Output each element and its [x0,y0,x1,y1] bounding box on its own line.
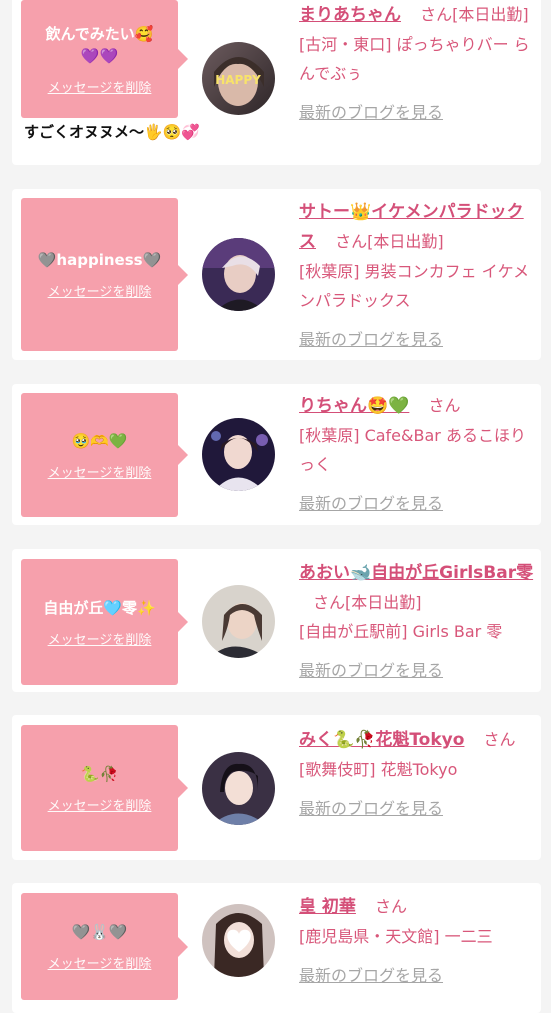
latest-blog-link[interactable]: 最新のブログを見る [299,325,535,354]
message-bubble: 🥹🫶💚 メッセージを削除 [21,393,188,517]
latest-blog-link[interactable]: 最新のブログを見る [299,794,535,823]
status-text: [本日出勤] [367,232,444,251]
cast-info: あおい🐋自由が丘GirlsBar零 さん[本日出勤] [自由が丘駅前] Girl… [299,558,535,685]
latest-blog-link[interactable]: 最新のブログを見る [299,961,535,990]
message-text: 飲んでみたい🥰💜💜 [45,24,154,65]
avatar[interactable]: HAPPY [202,42,275,115]
shop-area: [古河・東口] ぽっちゃりバー らんでぶぅ [299,35,530,83]
favorite-card: 🩶🐰🩶 メッセージを削除 皇 初華 さん [鹿児島県・天文館] 一二三 最新のブ… [12,883,541,1013]
avatar[interactable] [202,238,275,311]
delete-message-link[interactable]: メッセージを削除 [48,795,152,814]
delete-message-link[interactable]: メッセージを削除 [48,77,152,96]
shop-area: [歌舞伎町] 花魁Tokyo [299,760,458,779]
status-text: [本日出勤] [452,5,529,24]
message-bubble: 🐍🥀 メッセージを削除 [21,725,188,851]
status-text: [本日出勤] [345,593,422,612]
message-bubble: 自由が丘🩵零✨ メッセージを削除 [21,559,188,685]
cast-info: サトー👑イケメンパラドックス さん[本日出勤] [秋葉原] 男装コンカフェ イケ… [299,197,535,354]
favorite-card: 🐍🥀 メッセージを削除 みく🐍🥀花魁Tokyo さん [歌舞伎町] 花魁Toky… [12,715,541,860]
honorific: さん [483,730,516,749]
cast-name-link[interactable]: りちゃん🤩💚 [299,396,409,416]
delete-message-link[interactable]: メッセージを削除 [48,462,152,481]
favorite-card: 自由が丘🩵零✨ メッセージを削除 あおい🐋自由が丘GirlsBar零 さん[本日… [12,549,541,692]
latest-blog-link[interactable]: 最新のブログを見る [299,489,535,518]
message-bubble: 飲んでみたい🥰💜💜 メッセージを削除 [21,0,188,118]
favorite-card: 飲んでみたい🥰💜💜 メッセージを削除 すごくオヌヌメ〜🖐🥺💞 HAPPY まりあ… [12,0,541,165]
message-bubble: 🩶happiness🩶 メッセージを削除 [21,198,188,351]
shop-area: [秋葉原] Cafe&Bar あるこほりっく [299,426,526,474]
latest-blog-link[interactable]: 最新のブログを見る [299,656,535,685]
cast-info: 皇 初華 さん [鹿児島県・天文館] 一二三 最新のブログを見る [299,892,535,990]
cast-name-link[interactable]: まりあちゃん [299,5,401,25]
extra-comment: すごくオヌヌメ〜🖐🥺💞 [24,123,201,141]
honorific: さん [313,593,346,612]
honorific: さん [335,232,368,251]
shop-area: [秋葉原] 男装コンカフェ イケメンパラドックス [299,262,530,310]
honorific: さん [420,5,453,24]
shop-area: [自由が丘駅前] Girls Bar 零 [299,622,503,641]
latest-blog-link[interactable]: 最新のブログを見る [299,98,535,127]
favorite-card: 🥹🫶💚 メッセージを削除 りちゃん🤩💚 さん [秋葉原] Cafe&Bar ある… [12,384,541,525]
cast-info: みく🐍🥀花魁Tokyo さん [歌舞伎町] 花魁Tokyo 最新のブログを見る [299,725,535,823]
message-text: 🐍🥀 [80,764,119,783]
avatar[interactable] [202,904,275,977]
delete-message-link[interactable]: メッセージを削除 [48,953,152,972]
avatar-text: HAPPY [215,73,261,87]
cast-name-link[interactable]: 皇 初華 [299,897,356,917]
avatar[interactable] [202,752,275,825]
avatar[interactable] [202,418,275,491]
cast-name-link[interactable]: みく🐍🥀花魁Tokyo [299,730,464,750]
message-text: 🥹🫶💚 [71,431,128,450]
delete-message-link[interactable]: メッセージを削除 [48,629,152,648]
avatar[interactable] [202,585,275,658]
cast-name-link[interactable]: あおい🐋自由が丘GirlsBar零 [299,563,533,583]
cast-info: りちゃん🤩💚 さん [秋葉原] Cafe&Bar あるこほりっく 最新のブログを… [299,391,535,518]
delete-message-link[interactable]: メッセージを削除 [48,281,152,300]
message-text: 🩶happiness🩶 [37,251,162,269]
cast-info: まりあちゃん さん[本日出勤] [古河・東口] ぽっちゃりバー らんでぶぅ 最新… [299,0,535,127]
message-bubble: 🩶🐰🩶 メッセージを削除 [21,893,188,1000]
message-text: 自由が丘🩵零✨ [43,598,156,617]
shop-area: [鹿児島県・天文館] 一二三 [299,927,493,946]
message-text: 🩶🐰🩶 [71,923,128,941]
honorific: さん [428,396,461,415]
honorific: さん [375,897,408,916]
favorite-card: 🩶happiness🩶 メッセージを削除 サトー👑イケメンパラドックス さん[本… [12,189,541,360]
